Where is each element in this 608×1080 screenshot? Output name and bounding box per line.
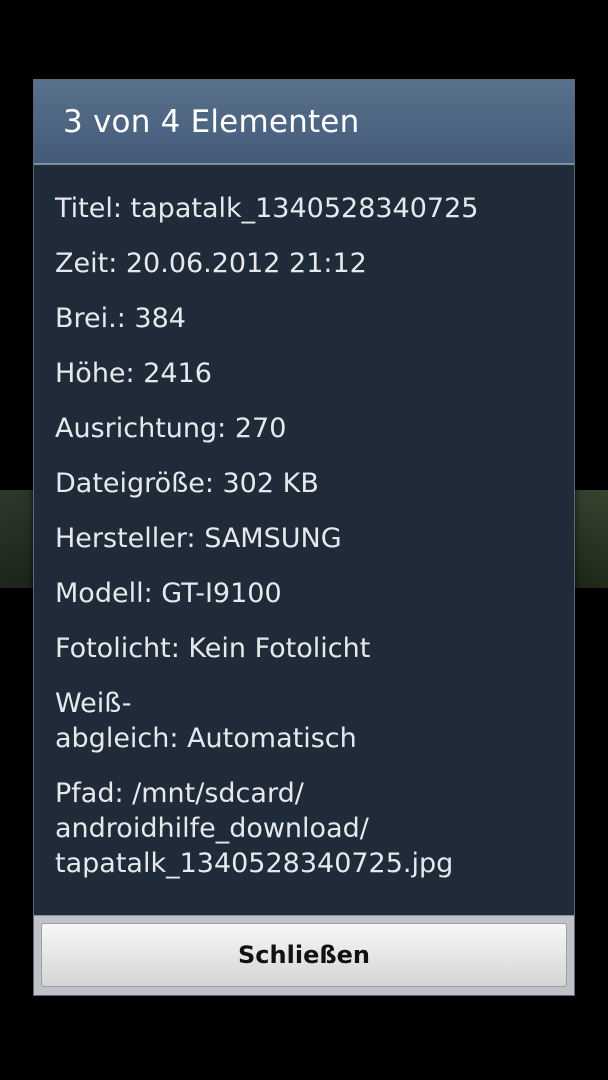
button-bar: Schließen (34, 915, 574, 995)
background-photo-left-edge (0, 490, 34, 588)
detail-path: Pfad: /mnt/sdcard/ androidhilfe_download… (55, 776, 525, 881)
screen: 3 von 4 Elementen Titel: tapatalk_134052… (0, 0, 608, 1080)
close-button-label: Schließen (238, 941, 370, 969)
details-list: Titel: tapatalk_1340528340725 Zeit: 20.0… (34, 165, 574, 881)
detail-file-size: Dateigröße: 302 KB (55, 468, 319, 499)
detail-orientation: Ausrichtung: 270 (55, 413, 287, 444)
detail-height: Höhe: 2416 (55, 358, 212, 389)
close-button[interactable]: Schließen (41, 923, 567, 987)
detail-flash: Fotolicht: Kein Fotolicht (55, 633, 371, 664)
white-balance-line-2: abgleich: Automatisch (55, 723, 357, 754)
detail-title: Titel: tapatalk_1340528340725 (55, 193, 479, 224)
background-photo-right-edge (574, 490, 608, 588)
white-balance-line-1: Weiß- (55, 688, 132, 719)
detail-manufacturer: Hersteller: SAMSUNG (55, 523, 342, 554)
path-line-3: tapatalk_1340528340725.jpg (55, 848, 454, 879)
dialog-header: 3 von 4 Elementen (34, 80, 574, 165)
detail-width: Brei.: 384 (55, 303, 186, 334)
detail-time: Zeit: 20.06.2012 21:12 (55, 248, 367, 279)
detail-model: Modell: GT-I9100 (55, 578, 282, 609)
dialog-title: 3 von 4 Elementen (63, 103, 360, 140)
detail-white-balance: Weiß- abgleich: Automatisch (55, 686, 525, 756)
path-line-2: androidhilfe_download/ (55, 813, 369, 844)
path-line-1: Pfad: /mnt/sdcard/ (55, 778, 304, 809)
details-dialog: 3 von 4 Elementen Titel: tapatalk_134052… (33, 79, 575, 996)
